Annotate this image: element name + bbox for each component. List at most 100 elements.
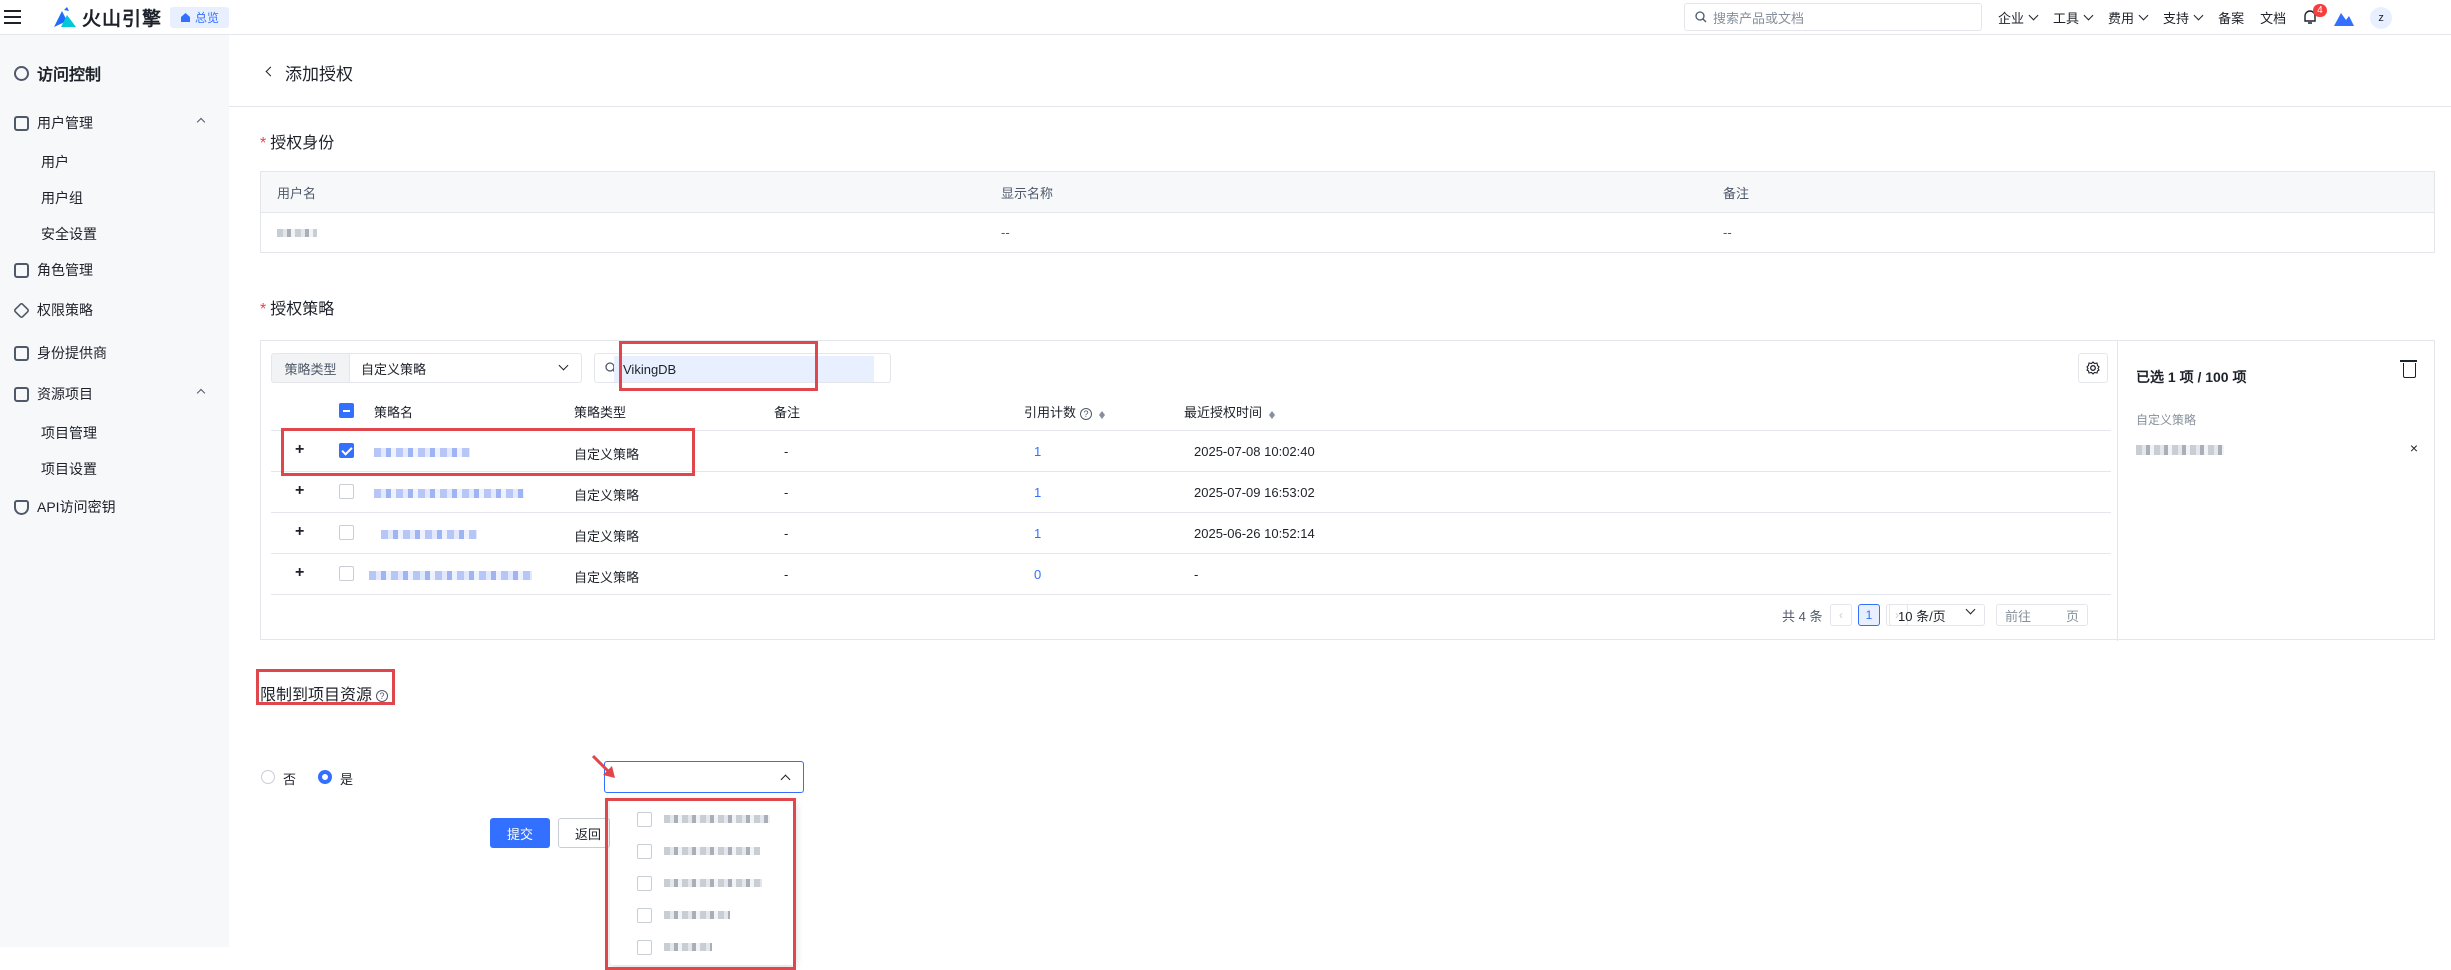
- project-dropdown-panel: [610, 799, 796, 965]
- trash-icon[interactable]: [2400, 360, 2417, 378]
- idp-icon: [14, 345, 29, 361]
- policy-name-redacted[interactable]: [369, 571, 532, 580]
- project-option[interactable]: [637, 811, 770, 827]
- option-checkbox[interactable]: [637, 875, 652, 891]
- last-auth-time-cell: 2025-07-08 10:02:40: [1194, 444, 1315, 459]
- avatar[interactable]: z: [2370, 6, 2393, 29]
- option-checkbox[interactable]: [637, 811, 652, 827]
- policy-type-cell: 自定义策略: [574, 570, 640, 585]
- required-mark: *: [260, 301, 267, 318]
- access-control-icon: [14, 65, 29, 81]
- submit-button[interactable]: 提交: [490, 818, 550, 848]
- nav-billing[interactable]: 费用: [2108, 8, 2149, 27]
- sidebar-item-role-mgmt[interactable]: 角色管理: [14, 260, 204, 280]
- help-icon[interactable]: ?: [376, 689, 389, 702]
- selected-policies-panel: 已选 1 项 / 100 项 自定义策略 ×: [2117, 341, 2436, 641]
- sidebar-item-policy-label: 权限策略: [37, 302, 93, 318]
- restrict-no-label[interactable]: 否: [283, 769, 296, 788]
- goto-page-input[interactable]: 前往 页: [1996, 604, 2088, 626]
- prev-page-button[interactable]: ‹: [1830, 604, 1852, 626]
- table-row[interactable]: + 自定义策略 - 0 -: [271, 553, 2111, 594]
- expand-row-button[interactable]: +: [295, 482, 304, 500]
- expand-row-button[interactable]: +: [295, 564, 304, 582]
- last-auth-time-cell: 2025-07-09 16:53:02: [1194, 485, 1315, 500]
- option-checkbox[interactable]: [637, 939, 652, 955]
- option-checkbox[interactable]: [637, 907, 652, 923]
- project-select[interactable]: [604, 761, 804, 793]
- home-icon: [181, 13, 190, 22]
- nav-tools[interactable]: 工具: [2053, 8, 2094, 27]
- sidebar-group-user-mgmt[interactable]: 用户管理: [14, 113, 206, 133]
- option-checkbox[interactable]: [637, 843, 652, 859]
- sidebar-item-project-mgmt[interactable]: 项目管理: [41, 423, 97, 443]
- col-policy-remark: 备注: [774, 405, 801, 420]
- restrict-yes-radio[interactable]: [318, 770, 332, 784]
- table-row[interactable]: + 自定义策略 - 1 2025-07-08 10:02:40: [271, 430, 2111, 471]
- back-button[interactable]: 返回: [558, 818, 610, 848]
- row-checkbox[interactable]: [339, 525, 354, 540]
- nav-support[interactable]: 支持: [2163, 8, 2204, 27]
- notification-button[interactable]: 4: [2302, 3, 2327, 27]
- select-all-checkbox[interactable]: [339, 403, 354, 418]
- policy-type-value: 自定义策略: [361, 361, 427, 377]
- overview-tag[interactable]: 总览: [170, 7, 230, 28]
- main-content: 添加授权 * 授权身份 用户名 显示名称 备注 -- -- * 授权策略 策略类型 …: [229, 35, 2451, 970]
- nav-icp[interactable]: 备案: [2218, 8, 2244, 27]
- expand-row-button[interactable]: +: [295, 441, 304, 459]
- remove-selected-button[interactable]: ×: [2410, 440, 2418, 456]
- restrict-yes-label[interactable]: 是: [340, 769, 353, 788]
- required-mark: *: [260, 135, 267, 152]
- sidebar-item-role-mgmt-label: 角色管理: [37, 262, 93, 278]
- policy-name-redacted[interactable]: [374, 489, 524, 498]
- sort-icon: [1268, 408, 1276, 420]
- column-settings-button[interactable]: [2078, 353, 2108, 383]
- sidebar-item-idp[interactable]: 身份提供商: [14, 343, 204, 363]
- row-checkbox[interactable]: [339, 443, 354, 458]
- menu-icon[interactable]: [4, 10, 21, 24]
- ref-count-link[interactable]: 1: [1034, 485, 1041, 500]
- policy-type-label: 策略类型: [271, 353, 349, 383]
- ref-count-link[interactable]: 0: [1034, 567, 1041, 582]
- policy-name-redacted[interactable]: [381, 530, 477, 539]
- mountain-icon[interactable]: [2334, 10, 2355, 26]
- project-option[interactable]: [637, 907, 730, 923]
- sidebar-item-project-settings[interactable]: 项目设置: [41, 459, 97, 479]
- role-icon: [14, 262, 29, 278]
- policy-name-redacted[interactable]: [374, 448, 470, 457]
- sidebar-item-api-keys[interactable]: API访问密钥: [14, 497, 204, 517]
- ref-count-link[interactable]: 1: [1034, 526, 1041, 541]
- project-option[interactable]: [637, 875, 762, 891]
- col-ref-count[interactable]: 引用计数?: [1024, 402, 1106, 421]
- policy-type-select[interactable]: 自定义策略: [349, 353, 582, 383]
- page-size-select[interactable]: 10 条/页: [1889, 604, 1985, 626]
- table-row[interactable]: + 自定义策略 - 1 2025-06-26 10:52:14: [271, 512, 2111, 553]
- goto-page-label: 前往: [2005, 608, 2032, 624]
- chevron-up-icon: [780, 774, 791, 785]
- sidebar-item-policy[interactable]: 权限策略: [13, 300, 204, 320]
- policy-search-value[interactable]: VikingDB: [614, 356, 874, 382]
- page-button-current[interactable]: 1: [1858, 604, 1880, 626]
- sidebar-group-resources[interactable]: 资源项目: [14, 384, 206, 404]
- global-search-input[interactable]: 搜索产品或文档: [1684, 3, 1982, 31]
- ref-count-link[interactable]: 1: [1034, 444, 1041, 459]
- row-checkbox[interactable]: [339, 566, 354, 581]
- top-bar: 火山引擎 总览 搜索产品或文档 企业 工具 费用 支持 备案 文档 4 z: [0, 0, 2451, 35]
- last-auth-time-cell: -: [1194, 567, 1199, 582]
- selected-summary: 已选 1 项 / 100 项: [2136, 369, 2247, 385]
- nav-docs[interactable]: 文档: [2260, 8, 2286, 27]
- table-row[interactable]: + 自定义策略 - 1 2025-07-09 16:53:02: [271, 471, 2111, 512]
- expand-row-button[interactable]: +: [295, 523, 304, 541]
- sidebar-item-user-group[interactable]: 用户组: [41, 188, 83, 208]
- chevron-down-icon: [2193, 10, 2204, 21]
- back-arrow-icon[interactable]: [265, 66, 276, 77]
- nav-enterprise[interactable]: 企业: [1998, 8, 2039, 27]
- row-checkbox[interactable]: [339, 484, 354, 499]
- brand-logo[interactable]: 火山引擎: [54, 5, 162, 30]
- project-option[interactable]: [637, 939, 712, 955]
- col-last-auth-time[interactable]: 最近授权时间: [1184, 402, 1276, 421]
- sidebar-item-user[interactable]: 用户: [41, 152, 69, 172]
- project-option[interactable]: [637, 843, 760, 859]
- col-ref-count-label: 引用计数: [1024, 405, 1077, 420]
- sidebar-item-security[interactable]: 安全设置: [41, 224, 97, 244]
- restrict-no-radio[interactable]: [261, 770, 275, 784]
